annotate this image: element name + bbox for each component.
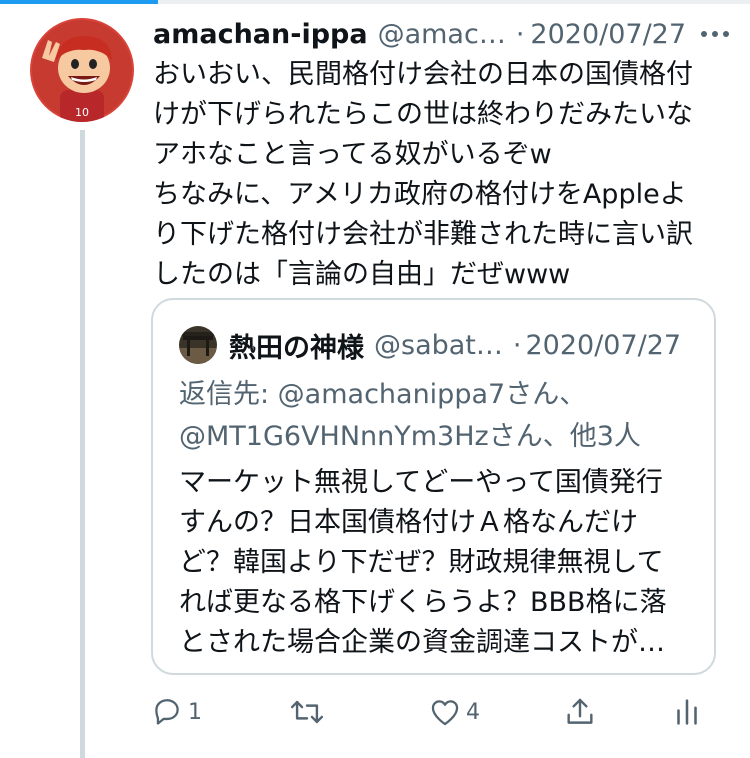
quoted-tweet-card[interactable]: 熱田の神様 @sabat… · 2020/07/27 返信先: @amachan… [151,298,716,675]
more-dots-icon[interactable] [697,16,733,52]
cartoon-avatar-icon: 10 [30,18,134,122]
tweet-text-line: おいおい、民間格付け会社の日本の国債格付 [153,59,693,90]
tweet-text: おいおい、民間格付け会社の日本の国債格付 けが下げられたらこの世は終わりだみたい… [153,55,728,295]
shrine-photo-icon [179,326,217,364]
retweet-icon [290,700,324,724]
avatar[interactable]: 10 [30,18,134,122]
replying-to: 返信先: @amachanippa7さん、 @MT1G6VHNnnYm3Hzさん… [179,374,699,458]
analytics-icon [677,699,697,725]
replying-to-line: 返信先: @amachanippa7さん、 [179,379,587,410]
tweet-header: amachan-ippa @amac… · 2020/07/27 [153,14,733,54]
tweet-text-line: り下げた格付け会社が非難された時に言い訳 [153,219,693,250]
tweet-text-line: アホなこと言ってる奴がいるぞw [153,139,552,170]
reply-button[interactable]: 1 [150,690,202,734]
quoted-avatar [179,326,217,364]
share-icon [567,698,593,724]
tweet-text-line: ちなみに、アメリカ政府の格付けをAppleよ [153,179,687,210]
quoted-tweet-text: マーケット無視してどーやって国債発行 すんの？日本国債格付けＡ格なんだけ ど？韓… [179,463,704,663]
replying-to-line: @MT1G6VHNnnYm3Hzさん、他3人 [179,421,641,452]
svg-text:10: 10 [75,106,89,119]
like-button[interactable]: 4 [428,690,480,734]
share-button[interactable] [563,690,597,734]
retweet-button[interactable] [288,690,330,734]
progress-fill [0,0,158,4]
tweet-text-line: けが下げられたらこの世は終わりだみたいな [153,99,693,130]
analytics-button[interactable] [670,690,704,734]
quoted-display-name: 熱田の神様 [229,332,364,364]
quoted-text-line: ど？韓国より下だぜ？財政規律無視して [179,547,664,578]
like-count: 4 [466,699,480,725]
top-progress-bar [0,0,750,4]
tweet-actions: 1 4 [150,690,720,734]
quoted-text-line: とされた場合企業の資金調達コストが… [179,627,665,658]
thread-connector-line [80,130,85,758]
quoted-text-line: すんの？日本国債格付けＡ格なんだけ [179,507,638,538]
user-handle[interactable]: @amac… [378,19,506,50]
reply-icon [155,699,179,725]
quoted-tweet-date: 2020/07/27 [525,329,682,361]
quoted-text-line: マーケット無視してどーやって国債発行 [179,467,663,498]
quoted-tweet-header: 熱田の神様 @sabat… · 2020/07/27 [179,325,700,365]
heart-icon [431,700,459,726]
quoted-header-separator: · [512,329,522,361]
reply-count: 1 [188,699,202,725]
quoted-text-line: れば更なる格下げくらうよ？BBB格に落 [179,587,667,618]
tweet-date[interactable]: 2020/07/27 [530,19,686,50]
tweet-text-line: したのは「言論の自由」だぜwww [153,259,571,290]
quoted-user-handle: @sabat… [374,329,503,361]
display-name[interactable]: amachan-ippa [153,19,368,50]
header-separator: · [515,18,525,50]
